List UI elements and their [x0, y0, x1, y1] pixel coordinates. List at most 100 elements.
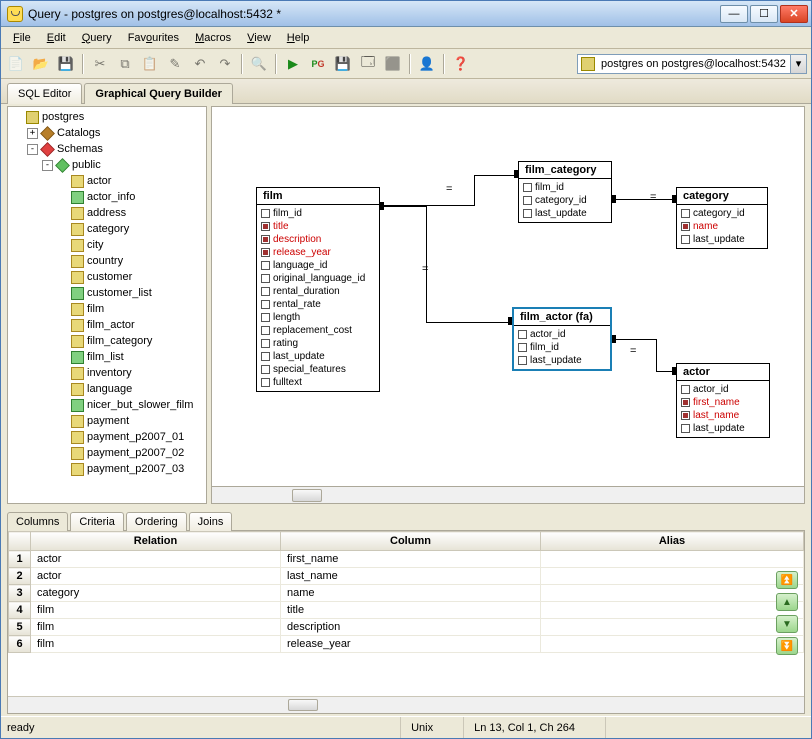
cell-column[interactable]: first_name	[281, 551, 541, 568]
cell-relation[interactable]: film	[31, 619, 281, 636]
new-icon[interactable]: 📄	[5, 53, 27, 75]
checkbox-icon[interactable]	[261, 339, 270, 348]
entity-column[interactable]: length	[261, 311, 375, 324]
tree-item-nicer_but_slower_film[interactable]: nicer_but_slower_film	[12, 397, 204, 413]
close-button[interactable]: ✕	[780, 5, 808, 23]
expander-icon[interactable]: -	[42, 160, 53, 171]
grid-hscrollbar[interactable]	[8, 696, 804, 713]
tab-criteria[interactable]: Criteria	[70, 512, 123, 531]
entity-column[interactable]: film_id	[523, 181, 607, 194]
cell-column[interactable]: release_year	[281, 636, 541, 653]
canvas-hscrollbar[interactable]	[211, 487, 805, 504]
entity-column[interactable]: last_update	[523, 207, 607, 220]
move-bottom-button[interactable]: ⏬	[776, 637, 798, 655]
cell-column[interactable]: last_name	[281, 568, 541, 585]
expander-icon[interactable]: -	[27, 144, 38, 155]
tree-item-language[interactable]: language	[12, 381, 204, 397]
cut-icon[interactable]: ✂	[89, 53, 111, 75]
tree-item-film[interactable]: film	[12, 301, 204, 317]
cell-alias[interactable]	[541, 551, 804, 568]
commit-icon[interactable]: 👤	[416, 53, 438, 75]
checkbox-icon[interactable]	[261, 326, 270, 335]
move-down-button[interactable]: ▼	[776, 615, 798, 633]
entity-column[interactable]: name	[681, 220, 763, 233]
tree-item-payment_p2007_03[interactable]: payment_p2007_03	[12, 461, 204, 477]
undo-icon[interactable]: ↶	[189, 53, 211, 75]
entity-film-category[interactable]: film_category film_idcategory_idlast_upd…	[518, 161, 612, 223]
entity-film-actor[interactable]: film_actor (fa) actor_idfilm_idlast_upda…	[512, 307, 612, 371]
tab-graphical-query-builder[interactable]: Graphical Query Builder	[84, 83, 233, 104]
entity-title[interactable]: film_actor (fa)	[514, 309, 610, 326]
entity-column[interactable]: rental_duration	[261, 285, 375, 298]
table-row[interactable]: 2actorlast_name	[9, 568, 804, 585]
scrollbar-thumb[interactable]	[288, 699, 318, 711]
schema-browser[interactable]: postgres+Catalogs-Schemas-publicactoract…	[7, 106, 207, 504]
tab-columns[interactable]: Columns	[7, 512, 68, 531]
tree-item-address[interactable]: address	[12, 205, 204, 221]
checkbox-icon[interactable]	[681, 398, 690, 407]
menu-edit[interactable]: Edit	[39, 29, 74, 47]
entity-column[interactable]: film_id	[261, 207, 375, 220]
checkbox-icon[interactable]	[261, 378, 270, 387]
checkbox-icon[interactable]	[523, 209, 532, 218]
entity-column[interactable]: actor_id	[681, 383, 765, 396]
checkbox-icon[interactable]	[261, 352, 270, 361]
run-pgscript-icon[interactable]: PG	[307, 53, 329, 75]
cancel-icon[interactable]: ⬛	[382, 53, 404, 75]
tree-item-country[interactable]: country	[12, 253, 204, 269]
tree-item-payment_p2007_01[interactable]: payment_p2007_01	[12, 429, 204, 445]
tree-catalogs[interactable]: +Catalogs	[12, 125, 204, 141]
minimize-button[interactable]: —	[720, 5, 748, 23]
tab-joins[interactable]: Joins	[189, 512, 233, 531]
tree-item-film_actor[interactable]: film_actor	[12, 317, 204, 333]
checkbox-icon[interactable]	[261, 248, 270, 257]
entity-column[interactable]: special_features	[261, 363, 375, 376]
checkbox-icon[interactable]	[261, 222, 270, 231]
checkbox-icon[interactable]	[518, 330, 527, 339]
entity-column[interactable]: description	[261, 233, 375, 246]
tab-sql-editor[interactable]: SQL Editor	[7, 83, 82, 104]
entity-column[interactable]: last_update	[518, 354, 606, 367]
checkbox-icon[interactable]	[681, 209, 690, 218]
entity-column[interactable]: category_id	[681, 207, 763, 220]
table-row[interactable]: 6filmrelease_year	[9, 636, 804, 653]
cell-column[interactable]: title	[281, 602, 541, 619]
tree-item-actor[interactable]: actor	[12, 173, 204, 189]
entity-column[interactable]: film_id	[518, 341, 606, 354]
entity-film[interactable]: film film_idtitledescriptionrelease_year…	[256, 187, 380, 392]
menu-file[interactable]: File	[5, 29, 39, 47]
cell-alias[interactable]	[541, 585, 804, 602]
entity-actor[interactable]: actor actor_idfirst_namelast_namelast_up…	[676, 363, 770, 438]
table-row[interactable]: 1actorfirst_name	[9, 551, 804, 568]
entity-column[interactable]: last_update	[681, 422, 765, 435]
cell-relation[interactable]: film	[31, 602, 281, 619]
checkbox-icon[interactable]	[261, 274, 270, 283]
cell-alias[interactable]	[541, 568, 804, 585]
checkbox-icon[interactable]	[261, 300, 270, 309]
entity-column[interactable]: title	[261, 220, 375, 233]
entity-column[interactable]: replacement_cost	[261, 324, 375, 337]
cell-alias[interactable]	[541, 602, 804, 619]
entity-category[interactable]: category category_idnamelast_update	[676, 187, 768, 249]
entity-column[interactable]: language_id	[261, 259, 375, 272]
entity-column[interactable]: original_language_id	[261, 272, 375, 285]
run-icon[interactable]: ▶	[282, 53, 304, 75]
save-icon[interactable]: 💾	[55, 53, 77, 75]
tree-item-payment[interactable]: payment	[12, 413, 204, 429]
cell-relation[interactable]: category	[31, 585, 281, 602]
checkbox-icon[interactable]	[261, 235, 270, 244]
open-icon[interactable]: 📂	[30, 53, 52, 75]
tree-item-customer_list[interactable]: customer_list	[12, 285, 204, 301]
cell-alias[interactable]	[541, 619, 804, 636]
table-row[interactable]: 4filmtitle	[9, 602, 804, 619]
cell-relation[interactable]: actor	[31, 568, 281, 585]
checkbox-icon[interactable]	[523, 196, 532, 205]
entity-title[interactable]: actor	[677, 364, 769, 381]
help-icon[interactable]: ❓	[450, 53, 472, 75]
explain-icon[interactable]: 🗔	[357, 53, 379, 75]
entity-column[interactable]: last_name	[681, 409, 765, 422]
tree-item-film_category[interactable]: film_category	[12, 333, 204, 349]
tree-item-category[interactable]: category	[12, 221, 204, 237]
entity-column[interactable]: actor_id	[518, 328, 606, 341]
clear-icon[interactable]: ✎	[164, 53, 186, 75]
